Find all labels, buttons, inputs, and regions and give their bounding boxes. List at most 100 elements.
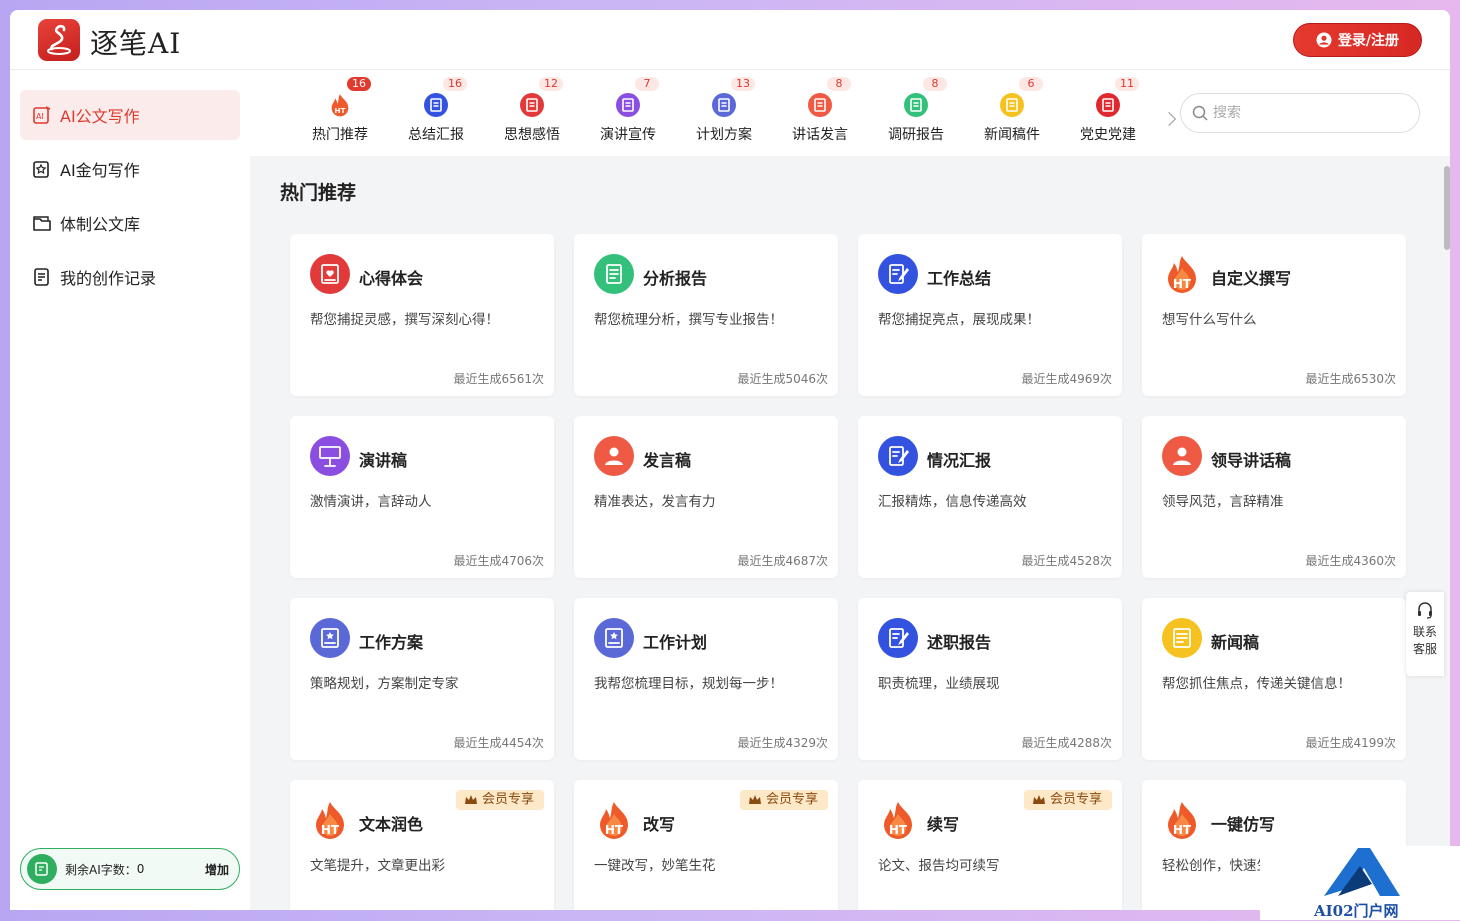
category-label: 新闻稿件 [984,127,1040,143]
card-description: 精准表达，发言有力 [594,494,716,510]
quota-add-button[interactable]: 增加 [205,861,229,878]
svg-text:HT: HT [889,823,908,837]
category-badge: 8 [827,77,851,91]
card-title: 新闻稿 [1211,633,1260,652]
sidebar-item-doc-library[interactable]: 体制公文库 [20,198,240,248]
tab-category-7[interactable]: 8 调研报告 [876,70,956,156]
report-icon [594,254,634,294]
tab-category-4[interactable]: 7 演讲宣传 [588,70,668,156]
card-title: 文本润色 [359,815,424,834]
tab-category-8[interactable]: 6 新闻稿件 [972,70,1052,156]
template-card[interactable]: 新闻稿 帮您抓住焦点，传递关键信息！ 最近生成4199次 [1142,598,1406,760]
search-box[interactable] [1180,93,1420,133]
login-register-button[interactable]: 登录/注册 [1293,23,1422,57]
customer-service-button[interactable]: 联系 客服 [1406,592,1444,676]
plan-icon [594,618,634,658]
search-icon [1192,105,1208,121]
card-title: 发言稿 [643,451,692,470]
category-label: 思想感悟 [504,127,560,143]
card-description: 文笔提升，文章更出彩 [310,858,445,874]
card-usage-count: 最近生成4528次 [1021,554,1112,568]
watermark-text: AI02门户网 [1314,902,1399,920]
news-icon [1000,93,1024,117]
tab-category-6[interactable]: 8 讲话发言 [780,70,860,156]
card-description: 策略规划，方案制定专家 [310,676,459,692]
category-badge: 6 [1019,77,1043,91]
card-description: 论文、报告均可续写 [878,858,1000,874]
card-title: 自定义撰写 [1211,269,1292,288]
quota-value: 0 [136,862,145,876]
tab-category-9[interactable]: 11 党史党建 [1068,70,1148,156]
sidebar-item-label: AI金句写作 [60,161,140,180]
svg-text:HT: HT [335,106,346,115]
card-title: 情况汇报 [927,451,992,470]
crown-icon [748,795,761,804]
ht-flame-icon: HT [594,800,634,840]
edit-doc-icon [878,436,918,476]
card-usage-count: 最近生成4454次 [453,736,544,750]
card-description: 帮您捕捉亮点，展现成果！ [878,312,1040,328]
support-line2: 客服 [1412,642,1437,656]
category-badge: 8 [923,77,947,91]
card-usage-count: 最近生成6530次 [1305,372,1396,386]
card-usage-count: 最近生成4969次 [1021,372,1112,386]
ht-flame-icon: HT [878,800,918,840]
edit-note-icon [27,854,57,884]
template-card[interactable]: HT 改写 一键改写，妙笔生花 会员专享 [574,780,838,910]
record-icon [34,268,49,286]
vip-label: 会员专享 [481,792,534,807]
talk-icon [808,93,832,117]
template-card[interactable]: 情况汇报汇报精炼，信息传递高效最近生成4528次 [858,416,1122,578]
sidebar-item-ai-doc[interactable]: AI AI公文写作 [20,90,240,140]
card-title: 续写 [927,815,960,834]
template-card[interactable]: 工作计划 我帮您梳理目标，规划每一步！ 最近生成4329次 [574,598,838,760]
news-icon [1162,618,1202,658]
sidebar-item-ai-quote[interactable]: AI金句写作 [20,144,240,194]
category-badge: 16 [443,77,467,91]
edit-doc-icon [878,618,918,658]
card-title: 工作方案 [359,633,424,652]
template-card[interactable]: HT 续写 论文、报告均可续写 会员专享 [858,780,1122,910]
card-usage-count: 最近生成6561次 [453,372,544,386]
ai-doc-icon: AI [33,106,51,124]
category-label: 党史党建 [1080,127,1136,143]
template-card[interactable]: 述职报告 职责梳理，业绩展现 最近生成4288次 [858,598,1122,760]
crown-icon [1032,795,1045,804]
card-usage-count: 最近生成5046次 [737,372,828,386]
template-card[interactable]: 领导讲话稿 领导风范，言辞精准 最近生成4360次 [1142,416,1406,578]
tab-category-3[interactable]: 12 思想感悟 [492,70,572,156]
svg-text:HT: HT [605,823,624,837]
category-badge: 16 [347,77,371,91]
template-card[interactable]: 工作总结 帮您捕捉亮点，展现成果！ 最近生成4969次 [858,234,1122,396]
card-usage-count: 最近生成4706次 [453,554,544,568]
template-card[interactable]: 发言稿 精准表达，发言有力 最近生成4687次 [574,416,838,578]
sidebar-item-my-records[interactable]: 我的创作记录 [20,252,240,302]
template-card[interactable]: 心得体会 帮您捕捉灵感，撰写深刻心得！ 最近生成6561次 [290,234,554,396]
folder-icon [33,216,51,231]
category-bar: HT 16 热门推荐 16 总结汇报 12 思想感悟 7 演讲宣传 13 计划方案 8 讲话发言 8 调研报… [250,70,1450,156]
template-card[interactable]: 演讲稿 激情演讲，言辞动人 最近生成4706次 [290,416,554,578]
scrollbar[interactable] [1444,166,1450,250]
template-card[interactable]: HT 文本润色文笔提升，文章更出彩 会员专享 [290,780,554,910]
template-card[interactable]: HT 自定义撰写 想写什么写什么 最近生成6530次 [1142,234,1406,396]
ai-quote-icon [33,161,49,178]
card-title: 一键仿写 [1211,815,1276,834]
ht-flame-icon: HT [1162,800,1202,840]
ht-flame-icon: HT [310,800,350,840]
heart-doc-icon [310,254,350,294]
card-description: 想写什么写什么 [1162,312,1257,328]
sidebar-item-label: AI公文写作 [60,107,140,126]
main-content: 热门推荐 心得体会 帮您捕捉灵感，撰写深刻心得！ 最近生成6561次 分析报告 帮您梳理… [250,156,1450,910]
template-card[interactable]: 工作方案策略规划，方案制定专家最近生成4454次 [290,598,554,760]
tab-category-5[interactable]: 13 计划方案 [684,70,764,156]
tab-category-1[interactable]: HT 16 热门推荐 [300,70,380,156]
tab-category-2[interactable]: 16 总结汇报 [396,70,476,156]
template-card[interactable]: 分析报告 帮您梳理分析，撰写专业报告！ 最近生成5046次 [574,234,838,396]
card-title: 工作计划 [643,633,708,652]
speaker-icon [1162,436,1202,476]
card-description: 汇报精炼，信息传递高效 [878,494,1027,510]
search-input[interactable] [1213,105,1413,121]
app-window: 逐笔AI 登录/注册 AI AI公文写作 AI金句写作 体制公文库 我的创作记录 [10,10,1450,910]
edit-doc-icon [878,254,918,294]
chevron-right-icon[interactable] [1161,111,1177,127]
